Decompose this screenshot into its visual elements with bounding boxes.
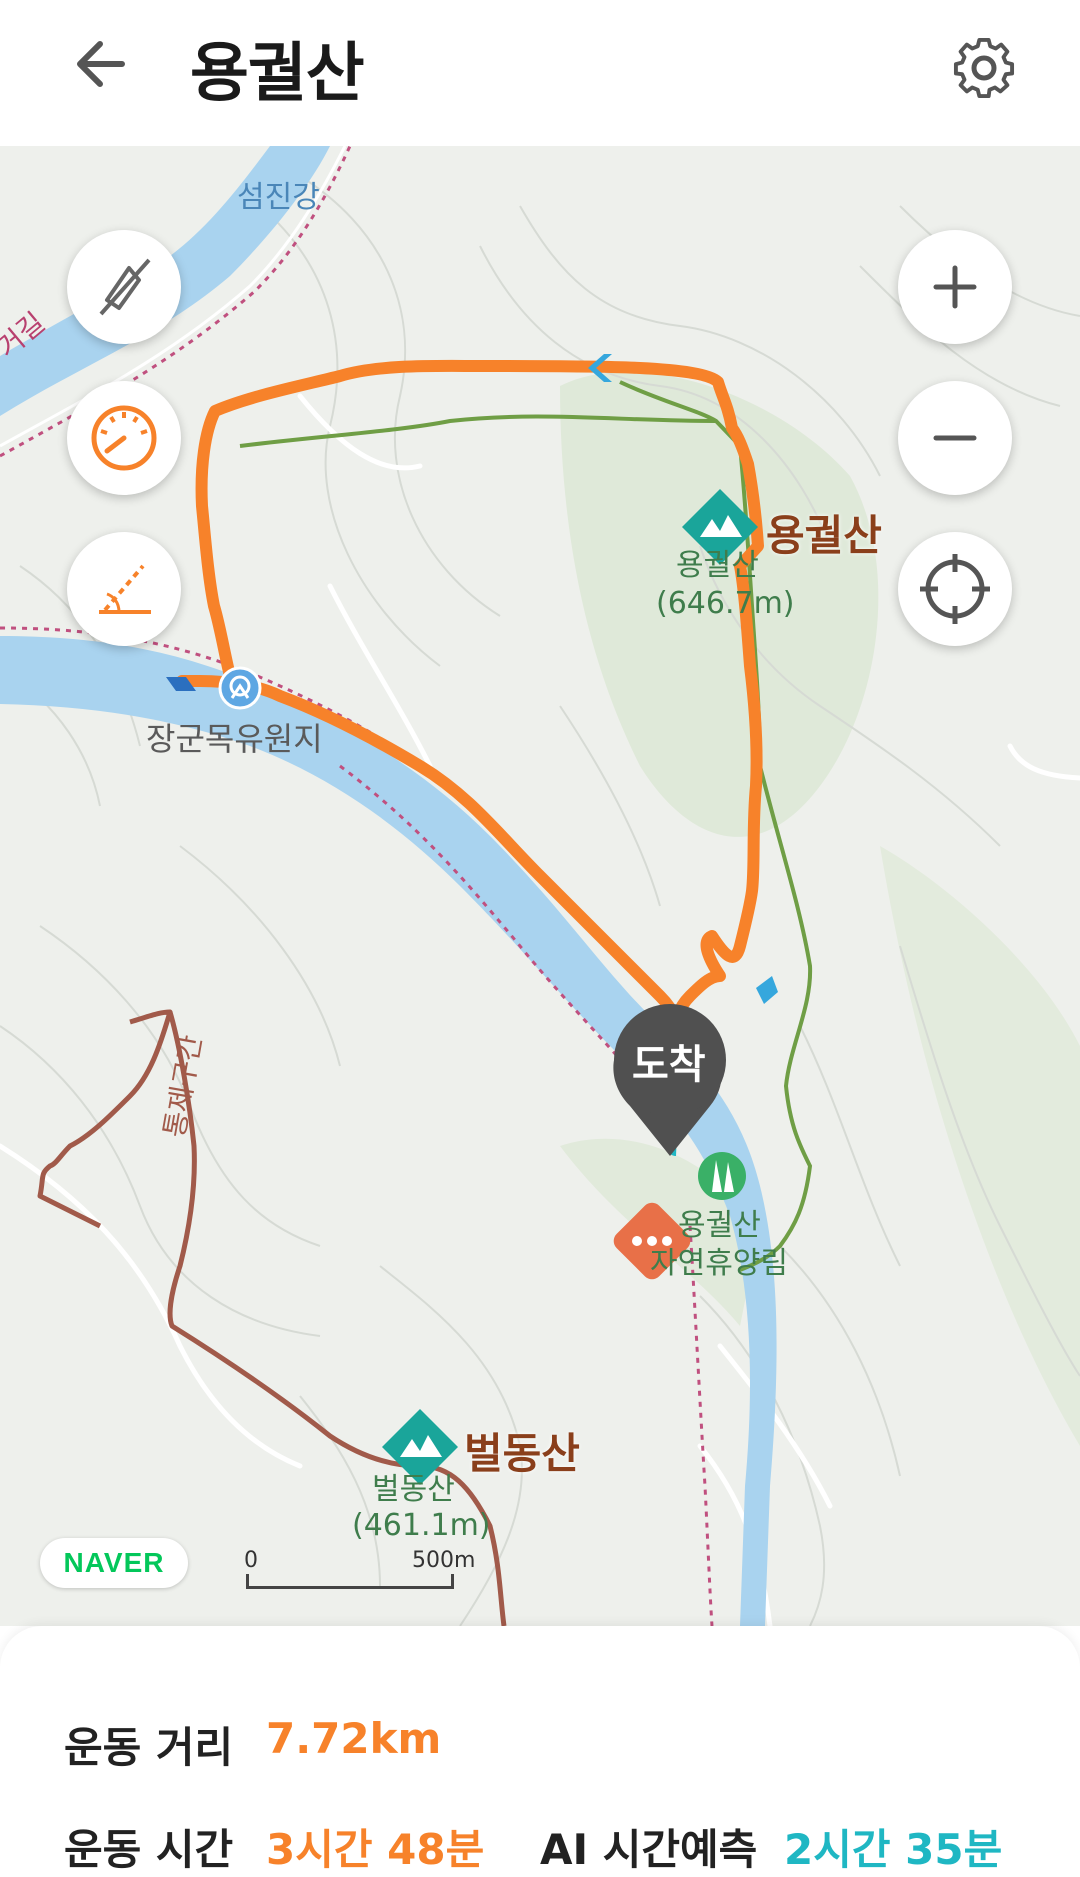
summit-second-caption: 벌동산 <box>372 1472 455 1507</box>
workout-summary-sheet: 운동 거리 7.72km 운동 시간 3시간 48분 AI 시간예측 2시간 3… <box>0 1626 1080 1877</box>
scale-bar <box>246 1574 454 1589</box>
summit-main-elevation: (646.7m) <box>656 586 795 621</box>
map-scale: 0 500m <box>244 1548 475 1596</box>
scale-start-label: 0 <box>244 1548 258 1573</box>
recreation-area-label: 장군목유원지 <box>146 720 323 758</box>
time-value: 3시간 48분 <box>266 1825 485 1874</box>
locate-button[interactable] <box>898 532 1012 646</box>
gear-icon <box>953 37 1015 99</box>
scale-end-label: 500m <box>412 1548 476 1573</box>
speed-button[interactable] <box>67 381 181 495</box>
zoom-out-button[interactable] <box>898 381 1012 495</box>
arrival-marker-label: 도착 <box>632 1042 706 1088</box>
crosshair-icon <box>920 554 990 624</box>
distance-label: 운동 거리 <box>64 1723 234 1772</box>
summit-second-elevation: (461.1m) <box>352 1508 491 1543</box>
zoom-in-button[interactable] <box>898 230 1012 344</box>
map-view[interactable]: 섬진강 거길 용궐산 용궐산 (646.7m) 장군목유원지 도착 용궐산 자연… <box>0 146 1080 1626</box>
summit-main-label: 용궐산 <box>766 511 882 560</box>
forest-label-line2: 자연휴양림 <box>650 1246 788 1281</box>
speedometer-icon <box>91 405 157 471</box>
summit-main-caption: 용궐산 <box>676 548 759 583</box>
page-title: 용궐산 <box>190 37 365 111</box>
header-bar: 용궐산 <box>0 0 1080 146</box>
plus-icon <box>933 265 977 309</box>
arrow-left-icon <box>77 41 125 87</box>
time-label: 운동 시간 <box>64 1825 234 1874</box>
back-button[interactable] <box>70 32 150 102</box>
slope-button[interactable] <box>67 532 181 646</box>
settings-button[interactable] <box>948 32 1020 104</box>
slope-icon <box>99 564 151 614</box>
distance-value: 7.72km <box>266 1714 442 1763</box>
summit-second-label: 벌동산 <box>464 1429 580 1478</box>
ai-prediction-value: 2시간 35분 <box>784 1825 1003 1874</box>
minus-icon <box>933 435 977 441</box>
river-label: 섬진강 <box>237 180 320 215</box>
compass-off-icon <box>99 258 151 316</box>
naver-logo: NAVER <box>40 1538 188 1588</box>
compass-button[interactable] <box>67 230 181 344</box>
map-canvas <box>0 146 1080 1626</box>
ai-prediction-label: AI 시간예측 <box>540 1825 758 1874</box>
